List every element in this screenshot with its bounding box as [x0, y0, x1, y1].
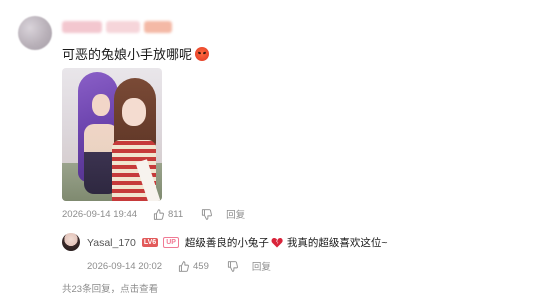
reply-like-button[interactable]: 459	[178, 261, 209, 272]
redaction-block	[62, 21, 102, 33]
level-badge: LV6	[141, 238, 159, 247]
comment-image[interactable]	[62, 68, 162, 201]
comment-timestamp: 2026-09-14 19:44	[62, 208, 138, 220]
thumbs-up-icon	[153, 208, 164, 220]
redaction-block	[106, 21, 140, 33]
commenter-username-redacted[interactable]	[62, 21, 180, 33]
angry-face-icon	[195, 46, 210, 61]
reply-avatar[interactable]	[62, 233, 80, 251]
reply-content: Yasal_170 LV6 UP 超级善良的小兔子 我真的超级喜欢这位~	[87, 235, 388, 250]
reply-timestamp: 2026-09-14 20:02	[87, 260, 163, 272]
reply-username[interactable]: Yasal_170	[87, 237, 136, 249]
thumbs-up-icon	[178, 260, 189, 272]
up-badge: UP	[163, 237, 179, 248]
thumbs-down-icon	[202, 208, 213, 220]
broken-heart-icon	[271, 238, 283, 248]
photo-figure-left-face	[92, 94, 110, 116]
reply-meta: 2026-09-14 20:02 459 回复	[87, 259, 271, 274]
comment-thread: 可恶的兔娘小手放哪呢 2026-09-14 19:44 811 回复 Yasal…	[0, 0, 550, 306]
reply-dislike-button[interactable]	[227, 260, 238, 272]
reply-text-part1: 超级善良的小兔子	[184, 237, 269, 249]
view-all-replies-link[interactable]: 共23条回复，点击查看	[62, 281, 158, 295]
comment-text: 可恶的兔娘小手放哪呢	[62, 47, 193, 62]
comment-body: 可恶的兔娘小手放哪呢	[62, 44, 210, 63]
reply-text-part2: 我真的超级喜欢这位~	[286, 237, 388, 249]
comment-dislike-button[interactable]	[201, 208, 213, 220]
comment-like-count: 811	[168, 208, 184, 220]
reply-like-count: 459	[193, 260, 209, 272]
photo-figure-right-face	[122, 98, 146, 126]
thumbs-down-icon	[227, 260, 238, 272]
comment-like-button[interactable]: 811	[153, 209, 183, 220]
reply-reply-button[interactable]: 回复	[252, 259, 271, 273]
comment-meta: 2026-09-14 19:44 811 回复	[62, 207, 245, 222]
redaction-block	[144, 21, 172, 33]
commenter-avatar[interactable]	[18, 16, 52, 50]
comment-reply-button[interactable]: 回复	[226, 207, 245, 221]
